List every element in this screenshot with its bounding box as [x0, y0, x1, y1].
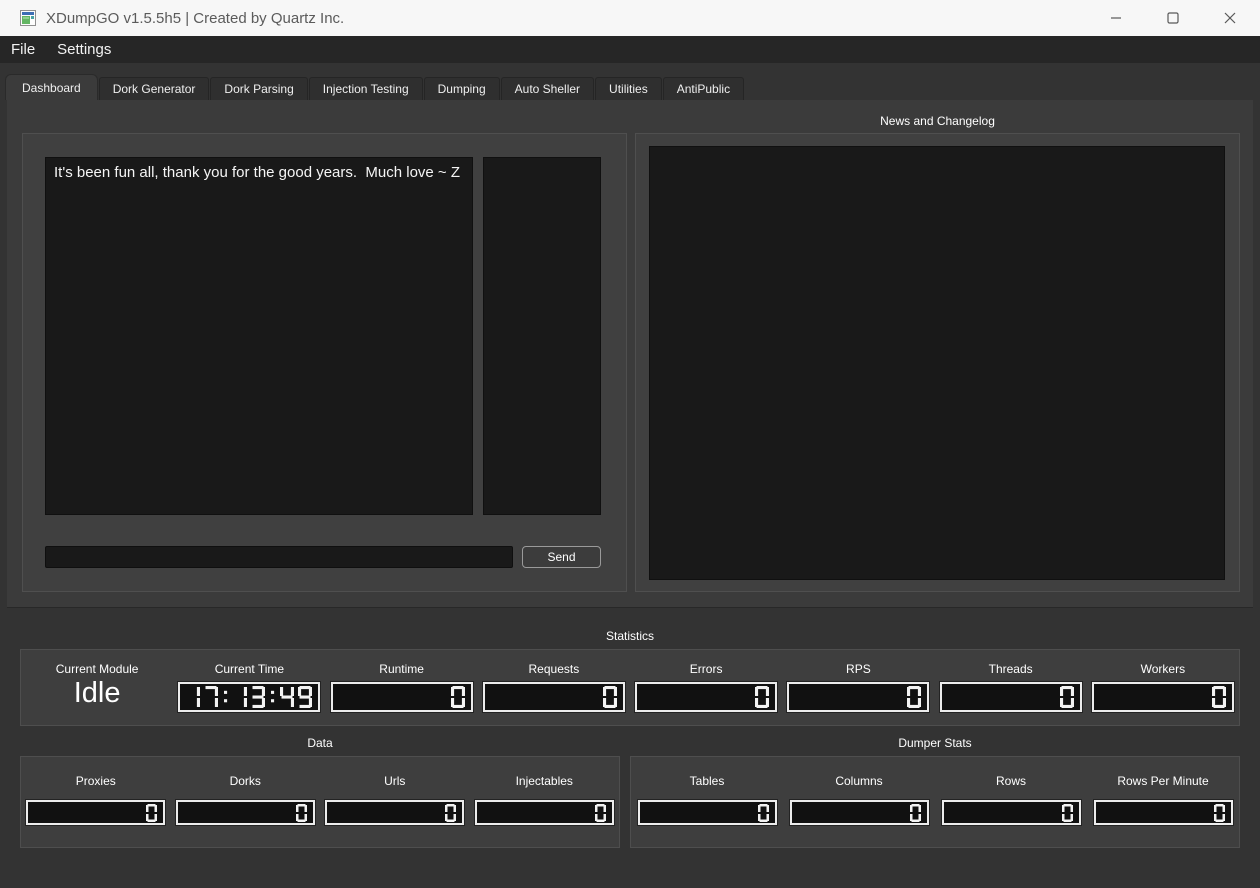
chat-input[interactable]: [45, 546, 513, 568]
chat-history[interactable]: It's been fun all, thank you for the goo…: [45, 157, 473, 515]
titlebar: XDumpGO v1.5.5h5 | Created by Quartz Inc…: [0, 0, 1260, 36]
rows-label: Rows: [995, 774, 1026, 788]
rps-label: RPS: [846, 662, 871, 676]
menu-item-file[interactable]: File: [0, 36, 46, 63]
menu-item-settings[interactable]: Settings: [46, 36, 122, 63]
tab-antipublic[interactable]: AntiPublic: [662, 77, 745, 100]
dorks-display: [174, 799, 316, 826]
chat-message: It's been fun all, thank you for the goo…: [54, 164, 461, 181]
tab-dumping[interactable]: Dumping: [423, 77, 500, 100]
close-icon: [1224, 12, 1235, 24]
current-time-label: Current Time: [214, 662, 285, 676]
stat-col-tables: Tables: [631, 774, 783, 847]
window-title: XDumpGO v1.5.5h5 | Created by Quartz Inc…: [46, 9, 345, 27]
current-module-value: Idle: [73, 677, 121, 709]
columns-display: [788, 799, 930, 826]
menubar: File Settings: [0, 36, 1260, 63]
data-title: Data: [307, 736, 333, 750]
threads-display: [938, 681, 1083, 713]
rows-per-minute-label: Rows Per Minute: [1117, 774, 1209, 788]
tab-bar: Dashboard Dork Generator Dork Parsing Injec…: [5, 74, 745, 100]
urls-display: [324, 799, 466, 826]
data-group: Proxies Dorks Urls Injectables: [20, 756, 620, 848]
minimize-button[interactable]: [1087, 0, 1144, 36]
stat-col-current-time: Current Time: [173, 662, 325, 725]
injectables-display: [473, 799, 615, 826]
news-group: [635, 133, 1240, 592]
stat-col-rows: Rows: [935, 774, 1087, 847]
window-controls: [1087, 0, 1258, 36]
rps-display: [786, 681, 931, 713]
chat-group: It's been fun all, thank you for the goo…: [22, 133, 627, 592]
rows-display: [940, 799, 1082, 826]
stat-col-injectables: Injectables: [470, 774, 620, 847]
tables-display: [636, 799, 778, 826]
stat-col-columns: Columns: [783, 774, 935, 847]
columns-label: Columns: [835, 774, 883, 788]
dumper-stats-title: Dumper Stats: [898, 736, 972, 750]
statistics-group: Current Module Idle Current Time Runtime R…: [20, 649, 1240, 726]
tab-dork-parsing[interactable]: Dork Parsing: [210, 77, 308, 100]
urls-label: Urls: [384, 774, 406, 788]
statistics-title: Statistics: [605, 629, 654, 643]
stat-col-threads: Threads: [935, 662, 1087, 725]
tab-auto-sheller[interactable]: Auto Sheller: [500, 77, 595, 100]
maximize-button[interactable]: [1144, 0, 1201, 36]
current-module-label: Current Module: [55, 662, 139, 676]
requests-label: Requests: [528, 662, 580, 676]
workers-display: [1090, 681, 1235, 713]
app-icon: [20, 10, 36, 26]
stat-col-runtime: Runtime: [326, 662, 478, 725]
news-content[interactable]: [649, 146, 1225, 580]
threads-label: Threads: [988, 662, 1033, 676]
dashboard-panel: It's been fun all, thank you for the goo…: [7, 100, 1253, 607]
proxies-label: Proxies: [75, 774, 116, 788]
send-button[interactable]: Send: [522, 546, 601, 568]
maximize-icon: [1166, 12, 1179, 24]
stat-col-urls: Urls: [320, 774, 470, 847]
stat-col-dorks: Dorks: [171, 774, 321, 847]
stat-col-errors: Errors: [630, 662, 782, 725]
workers-label: Workers: [1140, 662, 1186, 676]
runtime-display: [329, 681, 474, 713]
tab-injection-testing[interactable]: Injection Testing: [308, 77, 423, 100]
minimize-icon: [1110, 17, 1121, 19]
requests-display: [481, 681, 626, 713]
rows-per-minute-display: [1092, 799, 1234, 826]
tab-utilities[interactable]: Utilities: [595, 77, 662, 100]
errors-display: [634, 681, 779, 713]
runtime-label: Runtime: [379, 662, 424, 676]
proxies-display: [25, 799, 167, 826]
stat-col-workers: Workers: [1087, 662, 1239, 725]
tables-label: Tables: [689, 774, 725, 788]
stat-col-proxies: Proxies: [21, 774, 171, 847]
close-button[interactable]: [1201, 0, 1258, 36]
current-module-col: Current Module Idle: [21, 662, 173, 725]
stat-col-requests: Requests: [478, 662, 630, 725]
news-title: News and Changelog: [880, 114, 995, 128]
dorks-label: Dorks: [229, 774, 261, 788]
tab-dashboard[interactable]: Dashboard: [5, 74, 98, 100]
stat-col-rows-per-minute: Rows Per Minute: [1087, 774, 1239, 847]
chat-user-list[interactable]: [483, 157, 601, 515]
current-time-display: [177, 681, 322, 713]
dumper-stats-group: Tables Columns Rows Rows Per Minute: [630, 756, 1240, 848]
stat-col-rps: RPS: [782, 662, 934, 725]
tab-dork-generator[interactable]: Dork Generator: [98, 77, 210, 100]
errors-label: Errors: [689, 662, 723, 676]
injectables-label: Injectables: [515, 774, 573, 788]
